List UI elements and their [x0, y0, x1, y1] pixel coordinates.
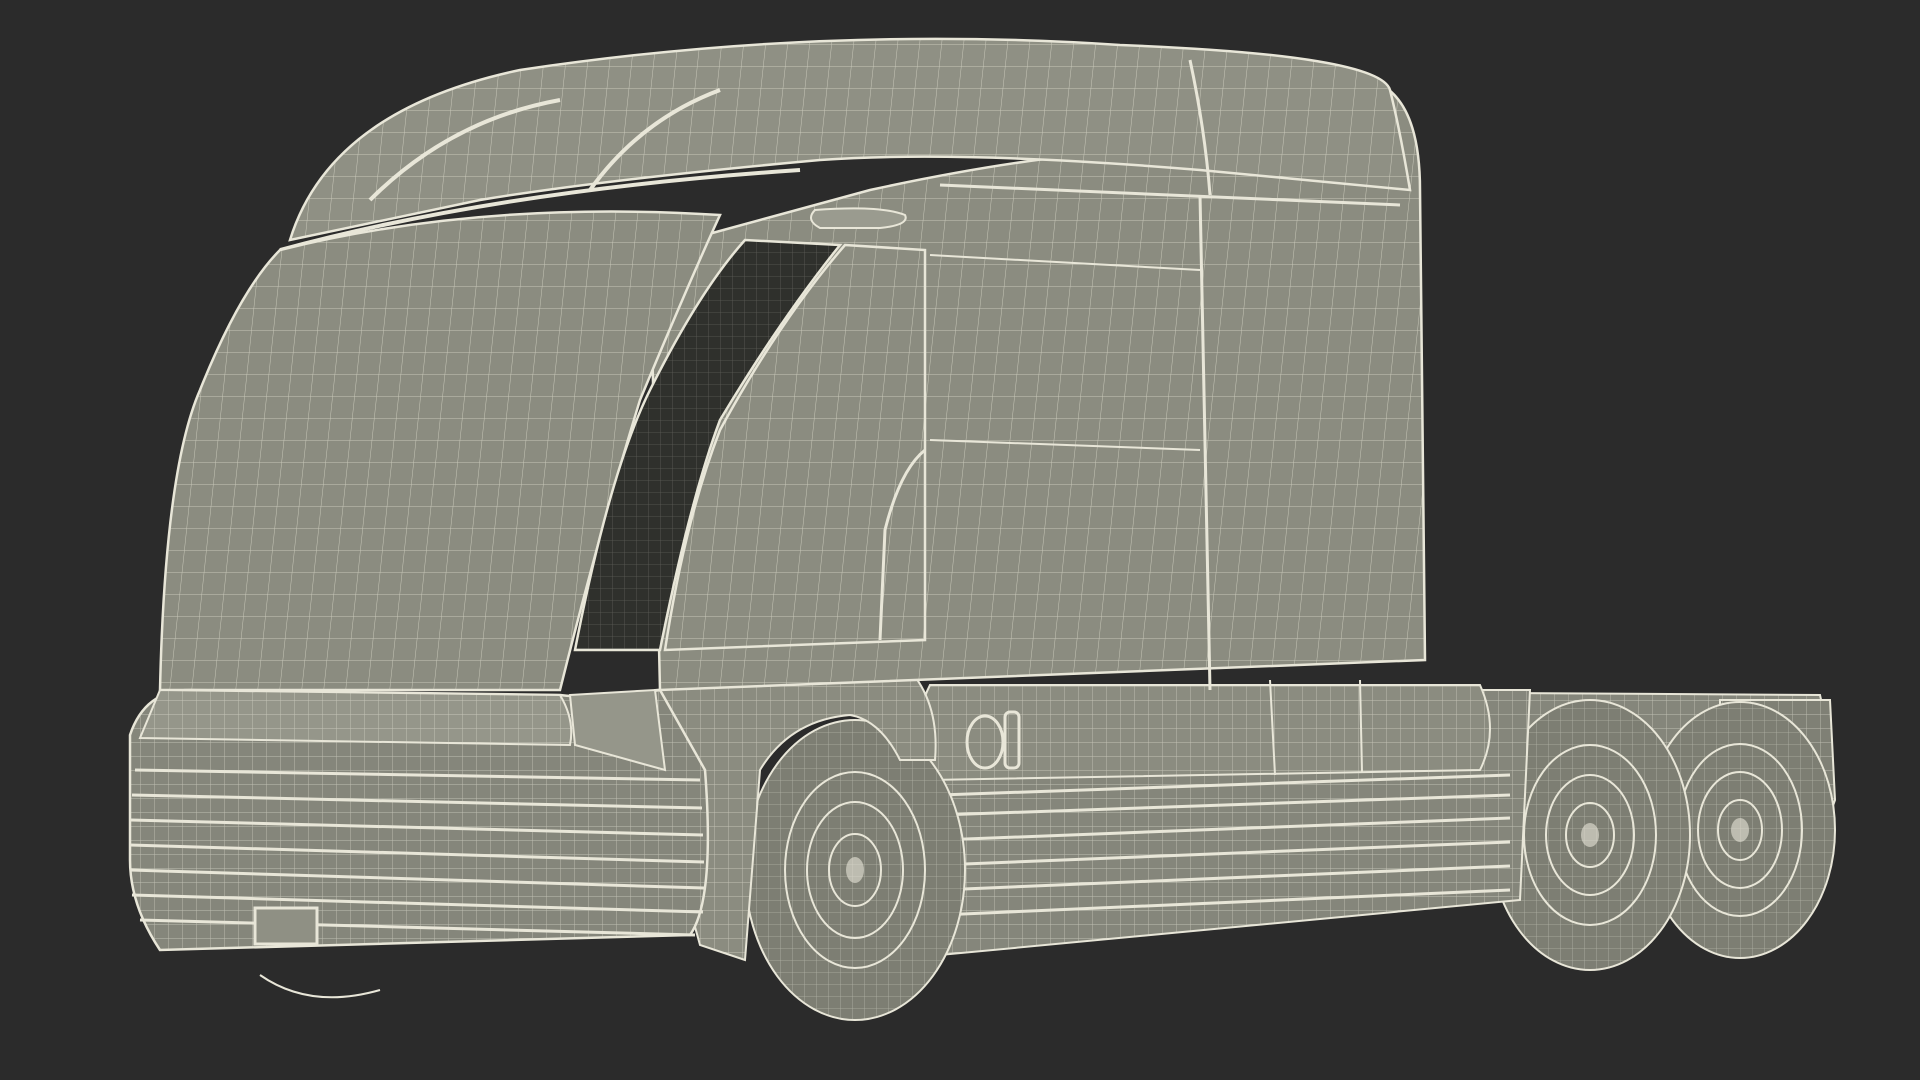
render-viewport — [0, 0, 1920, 1080]
license-plate — [253, 906, 319, 946]
front-wheel — [744, 719, 966, 1021]
truck-wireframe-illustration — [0, 0, 1920, 1080]
fuel-tank — [916, 679, 1491, 782]
